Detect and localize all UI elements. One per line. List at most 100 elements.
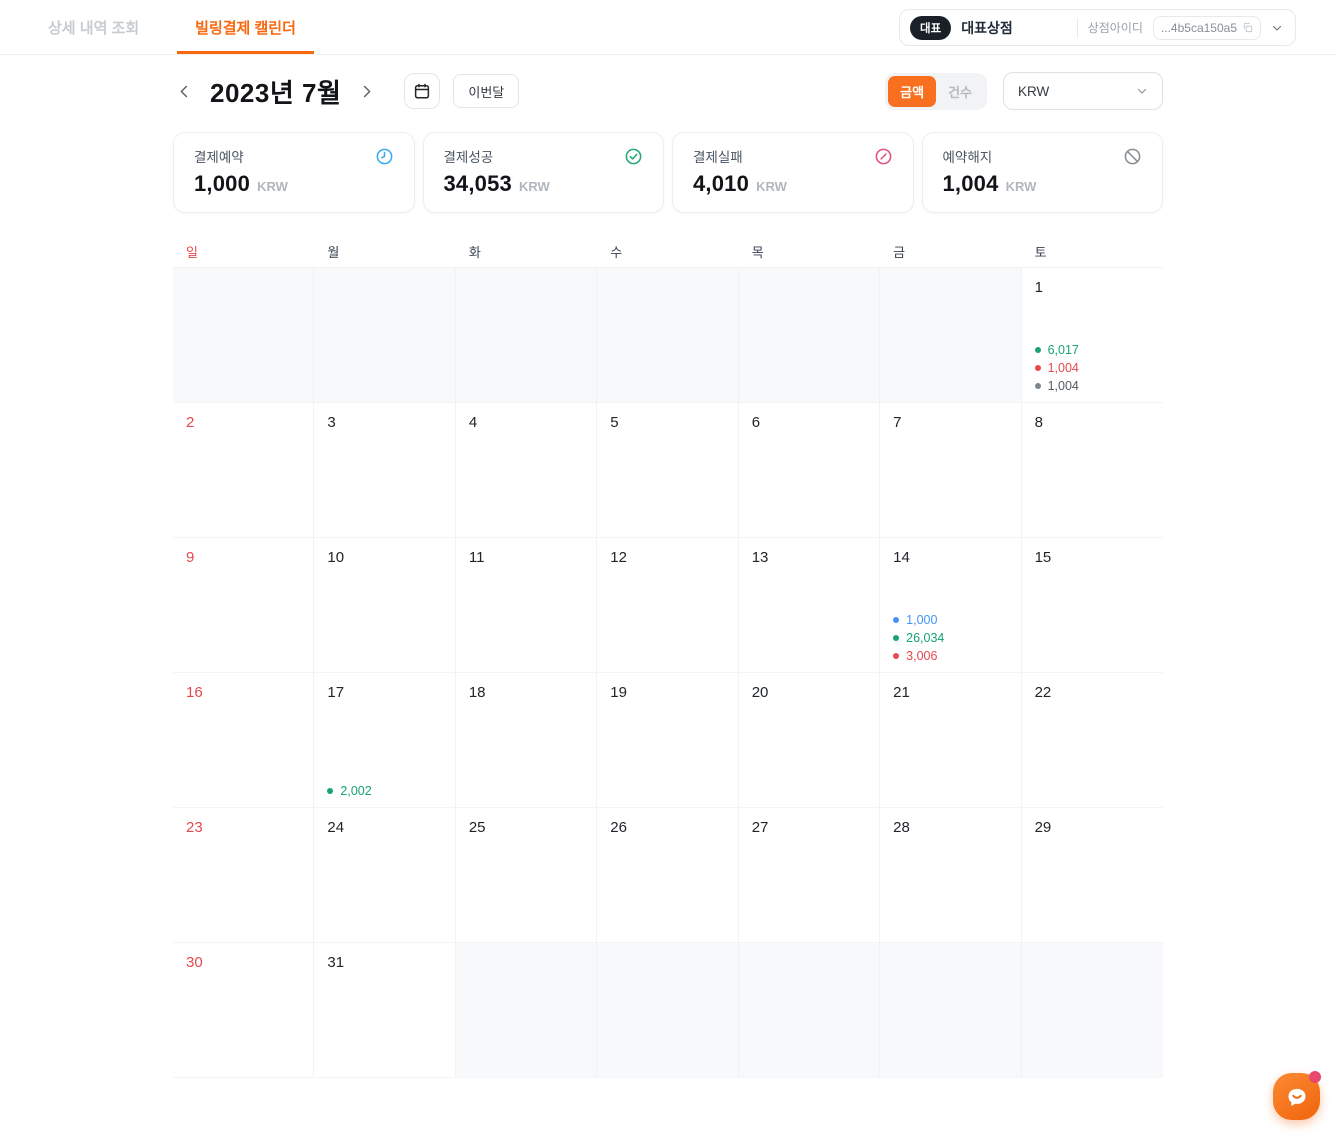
calendar-day-23[interactable]: 23 xyxy=(173,808,314,943)
chat-widget-button[interactable] xyxy=(1273,1073,1320,1120)
weekday-row: 일월화수목금토 xyxy=(173,236,1163,267)
calendar-empty-cell xyxy=(597,268,738,403)
tab-billing-calendar[interactable]: 빌링결제 캘린더 xyxy=(195,0,296,54)
calendar-day-19[interactable]: 19 xyxy=(597,673,738,808)
calendar-day-15[interactable]: 15 xyxy=(1022,538,1163,673)
cancelled-dot-icon xyxy=(1035,383,1041,389)
day-number: 17 xyxy=(327,684,344,701)
day-number: 18 xyxy=(469,684,486,701)
day-number: 8 xyxy=(1035,414,1043,431)
entry-success[interactable]: 6,017 xyxy=(1035,343,1079,357)
day-number: 28 xyxy=(893,819,910,836)
prev-month-button[interactable] xyxy=(173,80,196,103)
card-value: 1,000 xyxy=(194,171,250,197)
calendar-toolbar: 2023년 7월 이번달 금액 건수 KRW xyxy=(173,71,1163,111)
calendar-grid: 16,0171,0041,0042345678910111213141,0002… xyxy=(173,267,1163,1078)
weekday-label: 수 xyxy=(597,236,738,267)
notification-dot xyxy=(1309,1071,1321,1083)
calendar-day-17[interactable]: 17 2,002 xyxy=(314,673,455,808)
calendar-day-27[interactable]: 27 xyxy=(739,808,880,943)
calendar-day-28[interactable]: 28 xyxy=(880,808,1021,943)
calendar-day-30[interactable]: 30 xyxy=(173,943,314,1078)
card-payment-success: 결제성공 34,053 KRW xyxy=(423,132,665,213)
this-month-button[interactable]: 이번달 xyxy=(453,74,519,108)
chevron-right-icon xyxy=(359,84,374,99)
day-number: 4 xyxy=(469,414,477,431)
calendar-day-18[interactable]: 18 xyxy=(456,673,597,808)
day-number: 25 xyxy=(469,819,486,836)
amount-count-toggle: 금액 건수 xyxy=(885,73,987,110)
weekday-label: 월 xyxy=(314,236,455,267)
store-selector[interactable]: 대표 대표상점 상점아이디 ...4b5ca150a5 xyxy=(899,9,1296,46)
calendar-day-5[interactable]: 5 xyxy=(597,403,738,538)
card-label: 결제예약 xyxy=(194,146,244,166)
calendar-empty-cell xyxy=(173,268,314,403)
calendar-day-2[interactable]: 2 xyxy=(173,403,314,538)
entry-scheduled[interactable]: 1,000 xyxy=(893,613,944,627)
calendar-day-29[interactable]: 29 xyxy=(1022,808,1163,943)
day-number: 21 xyxy=(893,684,910,701)
calendar-empty-cell xyxy=(456,268,597,403)
calendar-day-4[interactable]: 4 xyxy=(456,403,597,538)
toggle-amount-button[interactable]: 금액 xyxy=(888,76,936,107)
entry-cancelled[interactable]: 1,004 xyxy=(1035,379,1079,393)
failed-dot-icon xyxy=(893,653,899,659)
day-number: 9 xyxy=(186,549,194,566)
calendar-day-3[interactable]: 3 xyxy=(314,403,455,538)
next-month-button[interactable] xyxy=(355,80,378,103)
copy-icon[interactable] xyxy=(1242,22,1253,33)
calendar-day-24[interactable]: 24 xyxy=(314,808,455,943)
calendar-day-14[interactable]: 14 1,000 26,034 3,006 xyxy=(880,538,1021,673)
check-circle-icon xyxy=(624,147,643,166)
calendar-day-1[interactable]: 16,0171,0041,004 xyxy=(1022,268,1163,403)
calendar-day-31[interactable]: 31 xyxy=(314,943,455,1078)
store-badge: 대표 xyxy=(910,16,951,40)
calendar-empty-cell xyxy=(739,943,880,1078)
day-number: 3 xyxy=(327,414,335,431)
entry-success[interactable]: 26,034 xyxy=(893,631,944,645)
calendar-day-25[interactable]: 25 xyxy=(456,808,597,943)
calendar-empty-cell xyxy=(880,268,1021,403)
entry-failed[interactable]: 3,006 xyxy=(893,649,944,663)
entry-value: 26,034 xyxy=(906,631,944,645)
weekday-label: 목 xyxy=(739,236,880,267)
calendar-empty-cell xyxy=(314,268,455,403)
failed-dot-icon xyxy=(1035,365,1041,371)
card-label: 예약해지 xyxy=(943,146,993,166)
calendar-day-13[interactable]: 13 xyxy=(739,538,880,673)
date-picker-button[interactable] xyxy=(404,73,440,109)
day-number: 23 xyxy=(186,819,203,836)
chat-bubble-icon xyxy=(1284,1084,1310,1110)
calendar-day-22[interactable]: 22 xyxy=(1022,673,1163,808)
entry-success[interactable]: 2,002 xyxy=(327,784,371,798)
entry-value: 1,004 xyxy=(1048,379,1079,393)
calendar-day-21[interactable]: 21 xyxy=(880,673,1021,808)
currency-select[interactable]: KRW xyxy=(1003,72,1163,110)
tab-detail-history[interactable]: 상세 내역 조회 xyxy=(48,0,139,54)
calendar-day-11[interactable]: 11 xyxy=(456,538,597,673)
store-id-value[interactable]: ...4b5ca150a5 xyxy=(1153,16,1261,40)
calendar-day-20[interactable]: 20 xyxy=(739,673,880,808)
day-number: 27 xyxy=(752,819,769,836)
day-number: 14 xyxy=(893,549,910,566)
calendar-day-9[interactable]: 9 xyxy=(173,538,314,673)
card-label: 결제성공 xyxy=(444,146,494,166)
calendar-day-26[interactable]: 26 xyxy=(597,808,738,943)
calendar-day-8[interactable]: 8 xyxy=(1022,403,1163,538)
weekday-label: 금 xyxy=(880,236,1021,267)
day-number: 16 xyxy=(186,684,203,701)
card-value: 4,010 xyxy=(693,171,749,197)
entry-failed[interactable]: 1,004 xyxy=(1035,361,1079,375)
day-number: 30 xyxy=(186,954,203,971)
top-header: 상세 내역 조회 빌링결제 캘린더 대표 대표상점 상점아이디 ...4b5ca… xyxy=(0,0,1336,55)
calendar-day-7[interactable]: 7 xyxy=(880,403,1021,538)
calendar-day-10[interactable]: 10 xyxy=(314,538,455,673)
toggle-count-button[interactable]: 건수 xyxy=(936,76,984,107)
calendar-day-6[interactable]: 6 xyxy=(739,403,880,538)
calendar-day-12[interactable]: 12 xyxy=(597,538,738,673)
card-unit: KRW xyxy=(257,179,288,194)
calendar-empty-cell xyxy=(1022,943,1163,1078)
success-dot-icon xyxy=(1035,347,1041,353)
entry-value: 1,000 xyxy=(906,613,937,627)
calendar-day-16[interactable]: 16 xyxy=(173,673,314,808)
